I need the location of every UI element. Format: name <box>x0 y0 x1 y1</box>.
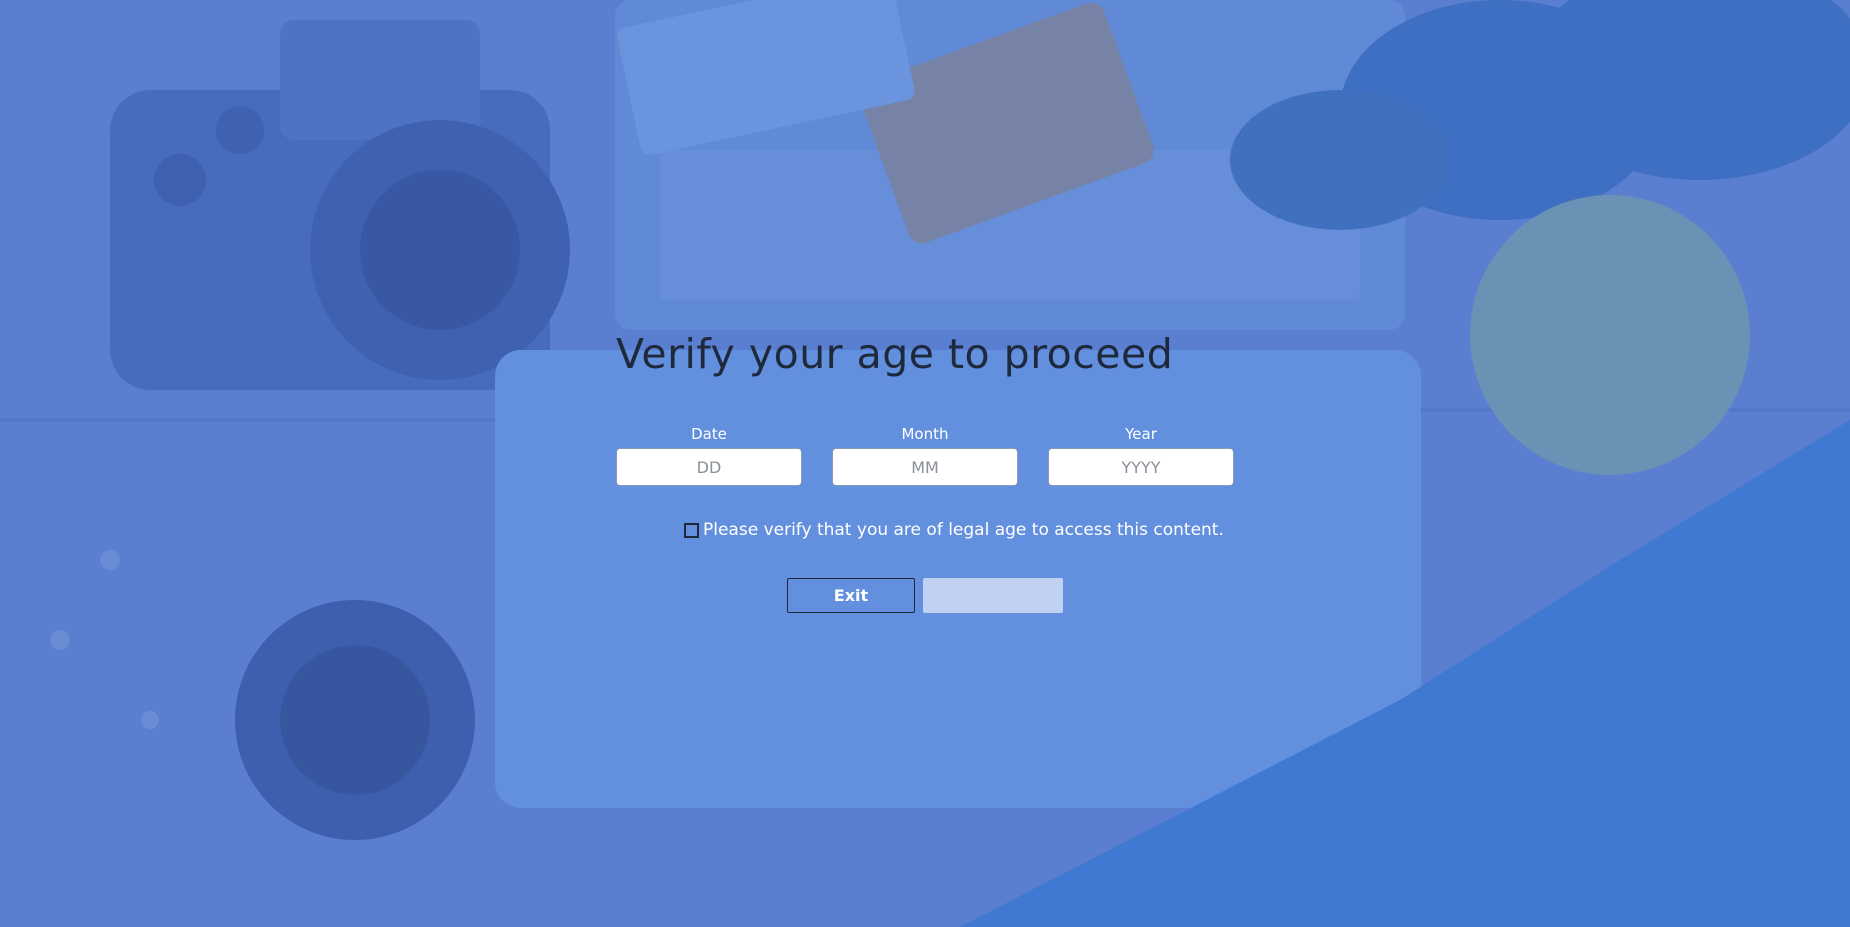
year-field-group: Year <box>1048 425 1234 486</box>
page-title: Verify your age to proceed <box>616 330 1174 378</box>
date-field-group: Date <box>616 425 802 486</box>
birthdate-fields: Date Month Year <box>616 425 1236 486</box>
legal-age-checkbox-label[interactable]: Please verify that you are of legal age … <box>703 520 1224 540</box>
action-buttons: Exit <box>787 578 1236 613</box>
year-label: Year <box>1125 425 1157 443</box>
month-field-group: Month <box>832 425 1018 486</box>
date-label: Date <box>691 425 727 443</box>
legal-age-checkbox[interactable] <box>684 522 699 538</box>
confirm-button[interactable] <box>923 578 1063 613</box>
age-verification-modal: Verify your age to proceed Date Month Ye… <box>616 328 1236 613</box>
date-input[interactable] <box>616 448 802 486</box>
month-label: Month <box>901 425 949 443</box>
exit-button[interactable]: Exit <box>787 578 915 613</box>
month-input[interactable] <box>832 448 1018 486</box>
year-input[interactable] <box>1048 448 1234 486</box>
legal-age-checkbox-row: Please verify that you are of legal age … <box>684 520 1236 540</box>
